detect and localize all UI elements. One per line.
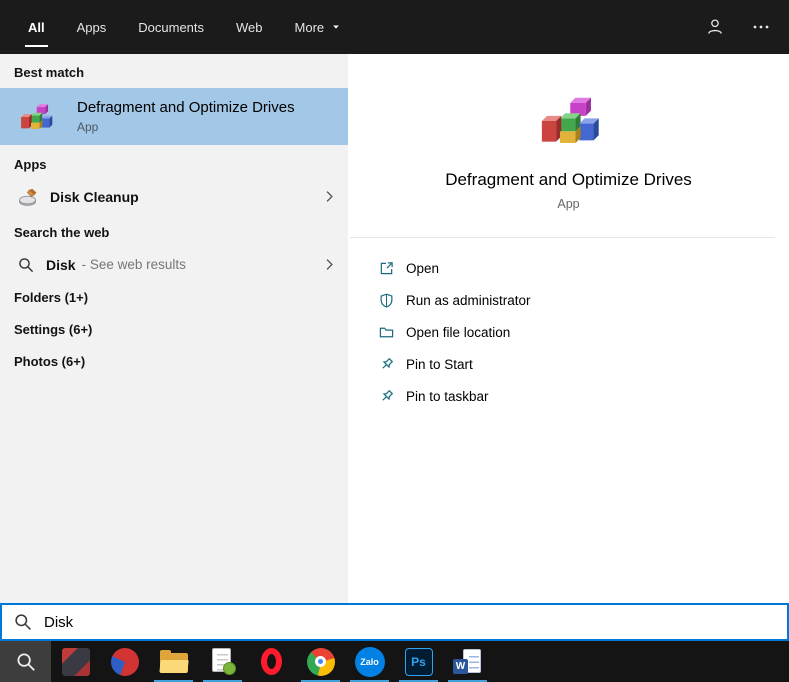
search-icon xyxy=(16,652,36,672)
taskbar-pinned-app-2[interactable] xyxy=(100,641,149,682)
action-label: Open xyxy=(406,261,439,276)
search-box xyxy=(0,603,789,641)
action-open[interactable]: Open xyxy=(379,252,789,284)
tab-web[interactable]: Web xyxy=(220,0,279,54)
taskbar-file-explorer[interactable] xyxy=(149,641,198,682)
taskbar-notepad-plus-plus[interactable] xyxy=(198,641,247,682)
search-results-area: Best match Defragment and Optimize Drive… xyxy=(0,54,789,603)
result-label: Disk Cleanup xyxy=(50,189,139,205)
best-match-result[interactable]: Defragment and Optimize Drives App xyxy=(0,88,348,145)
chevron-right-icon[interactable] xyxy=(323,258,336,271)
taskbar: Zalo Ps W xyxy=(0,641,789,682)
search-input[interactable] xyxy=(44,614,775,631)
taskbar-chrome[interactable] xyxy=(296,641,345,682)
chevron-down-icon xyxy=(331,22,341,32)
tab-apps[interactable]: Apps xyxy=(61,0,123,54)
account-icon[interactable] xyxy=(705,17,725,37)
action-pin-to-taskbar[interactable]: Pin to taskbar xyxy=(379,380,789,412)
result-web-search[interactable]: Disk - See web results xyxy=(0,248,348,281)
taskbar-search-button[interactable] xyxy=(0,641,51,682)
action-list: Open Run as administrator Open file loca… xyxy=(348,252,789,412)
web-query: Disk xyxy=(46,257,76,273)
zalo-icon: Zalo xyxy=(355,647,385,677)
best-match-text: Defragment and Optimize Drives App xyxy=(77,99,295,134)
apps-section-header: Apps xyxy=(0,145,348,180)
search-icon xyxy=(18,257,34,273)
app-1-icon xyxy=(62,648,90,676)
ellipsis-icon[interactable] xyxy=(751,17,771,37)
best-match-header: Best match xyxy=(0,54,348,88)
taskbar-photoshop[interactable]: Ps xyxy=(394,641,443,682)
filter-tabs: All Apps Documents Web More xyxy=(12,0,357,54)
taskbar-pinned-app-1[interactable] xyxy=(51,641,100,682)
best-match-title: Defragment and Optimize Drives xyxy=(77,99,295,116)
divider xyxy=(350,237,775,238)
photoshop-icon: Ps xyxy=(405,648,433,676)
disk-cleanup-icon xyxy=(18,187,38,207)
notepad-plus-plus-icon xyxy=(210,648,236,675)
pin-icon xyxy=(379,389,394,404)
preview-subtitle: App xyxy=(557,197,579,211)
search-filter-bar: All Apps Documents Web More xyxy=(0,0,789,54)
tab-more[interactable]: More xyxy=(279,0,358,54)
pin-icon xyxy=(379,357,394,372)
chrome-icon xyxy=(307,648,335,676)
chevron-right-icon[interactable] xyxy=(323,190,336,203)
folder-icon xyxy=(379,325,394,340)
results-panel: Best match Defragment and Optimize Drive… xyxy=(0,54,348,603)
word-icon: W xyxy=(453,648,482,675)
tab-all[interactable]: All xyxy=(12,0,61,54)
action-label: Open file location xyxy=(406,325,510,340)
taskbar-word[interactable]: W xyxy=(443,641,492,682)
taskbar-opera[interactable] xyxy=(247,641,296,682)
action-label: Pin to Start xyxy=(406,357,473,372)
preview-panel: Defragment and Optimize Drives App Open … xyxy=(348,54,789,603)
group-settings[interactable]: Settings (6+) xyxy=(0,314,348,345)
group-photos[interactable]: Photos (6+) xyxy=(0,346,348,377)
best-match-subtitle: App xyxy=(77,120,295,134)
action-label: Pin to taskbar xyxy=(406,389,489,404)
tab-documents[interactable]: Documents xyxy=(122,0,220,54)
windows-search-flyout: All Apps Documents Web More Best match D… xyxy=(0,0,789,682)
result-disk-cleanup[interactable]: Disk Cleanup xyxy=(0,180,348,213)
app-2-icon xyxy=(111,648,139,676)
web-section-header: Search the web xyxy=(0,213,348,248)
defrag-drives-icon xyxy=(538,90,600,152)
opera-icon xyxy=(261,648,282,675)
action-run-as-administrator[interactable]: Run as administrator xyxy=(379,284,789,316)
action-open-file-location[interactable]: Open file location xyxy=(379,316,789,348)
topbar-actions xyxy=(705,0,771,54)
taskbar-zalo[interactable]: Zalo xyxy=(345,641,394,682)
preview-title: Defragment and Optimize Drives xyxy=(445,170,692,190)
action-label: Run as administrator xyxy=(406,293,531,308)
action-pin-to-start[interactable]: Pin to Start xyxy=(379,348,789,380)
defrag-drives-icon xyxy=(19,100,53,134)
search-icon xyxy=(14,613,32,631)
admin-shield-icon xyxy=(379,293,394,308)
tab-more-label: More xyxy=(295,20,325,35)
web-suffix: - See web results xyxy=(82,257,186,272)
group-folders[interactable]: Folders (1+) xyxy=(0,282,348,313)
open-icon xyxy=(379,261,394,276)
file-explorer-icon xyxy=(160,650,188,673)
